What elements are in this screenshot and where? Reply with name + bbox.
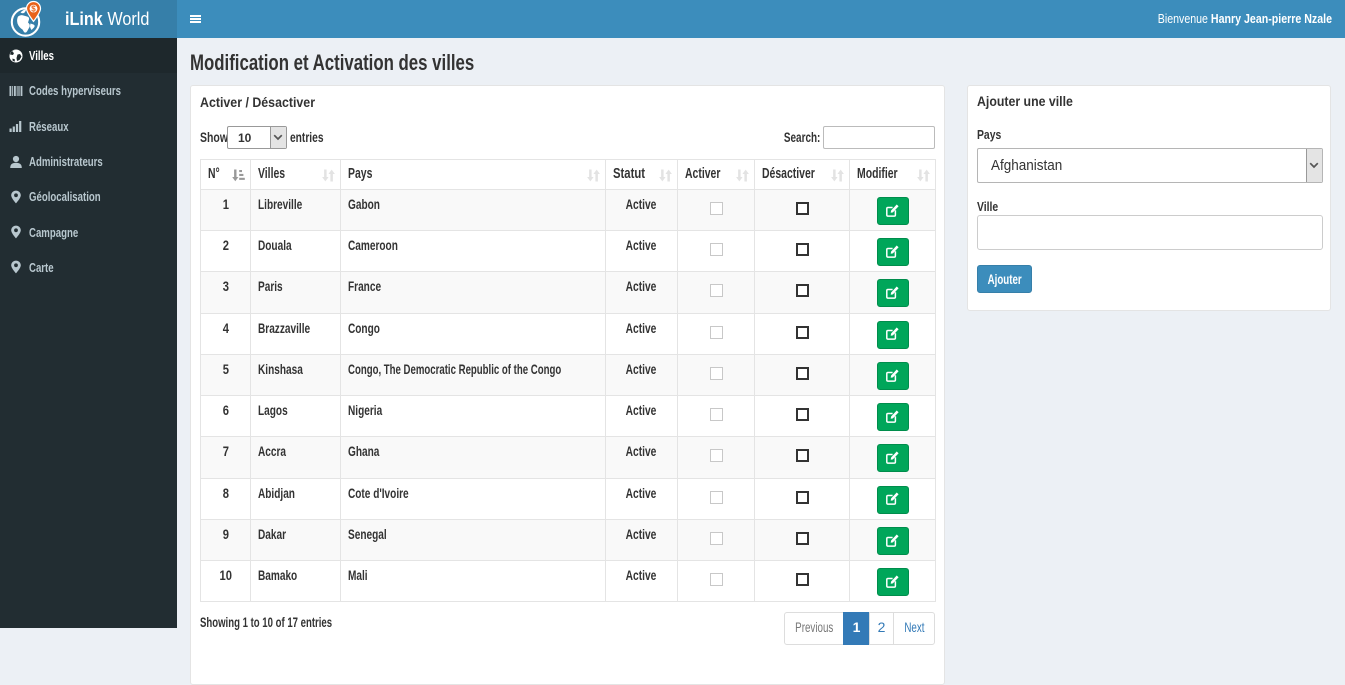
svg-text:$: $ [31,5,36,14]
